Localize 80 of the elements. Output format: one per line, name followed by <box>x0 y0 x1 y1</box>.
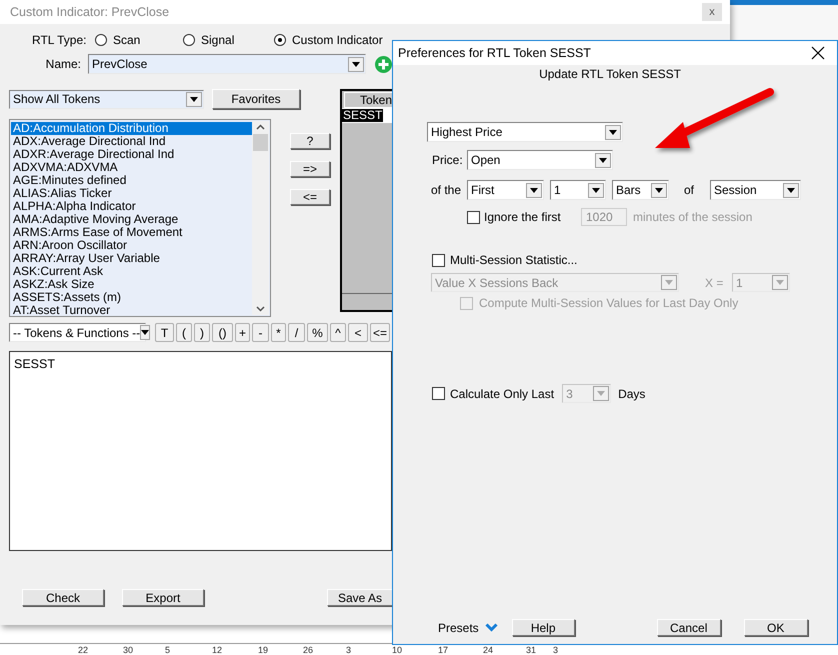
table-cell[interactable]: SESST <box>342 109 384 122</box>
operator-button[interactable]: ( <box>176 323 192 342</box>
axis-label: 24 <box>483 645 494 655</box>
price-combo[interactable]: Open <box>467 150 613 170</box>
checkbox-label: Multi-Session Statistic... <box>449 253 578 267</box>
axis-label: 19 <box>258 645 268 655</box>
axis-label: 10 <box>392 645 402 655</box>
dialog-button[interactable]: Cancel <box>656 619 721 636</box>
favorites-button[interactable]: Favorites <box>212 89 300 109</box>
operator-button[interactable]: <= <box>370 323 390 342</box>
checkbox-label: Compute Multi-Session Values for Last Day Only <box>478 296 738 310</box>
operator-button[interactable]: ^ <box>330 323 346 342</box>
count-combo[interactable]: 1 <box>550 180 606 200</box>
axis-label: 17 <box>438 645 448 655</box>
axis-label: 31 <box>526 645 536 655</box>
move-button[interactable]: <= <box>290 189 330 205</box>
unit-combo[interactable]: Bars <box>612 180 669 200</box>
axis-label: 26 <box>303 645 314 655</box>
axis-label: 12 <box>212 645 222 655</box>
dialog-button[interactable]: OK <box>744 619 808 636</box>
list-item[interactable]: ARN:Aroon Oscillator <box>11 239 252 252</box>
operator-button[interactable]: - <box>252 323 269 342</box>
dialog-title: Preferences for RTL Token SESST <box>398 46 591 60</box>
close-button[interactable]: x <box>702 3 722 21</box>
field-label: RTL Type: <box>32 33 88 47</box>
position-combo[interactable]: First <box>467 180 544 200</box>
axis-label: 3 <box>346 645 352 655</box>
list-item[interactable]: ADX:Average Directional Ind <box>11 135 252 148</box>
move-button[interactable]: => <box>290 161 330 177</box>
list-item[interactable]: AGE:Minutes defined <box>11 174 252 187</box>
axis-label: 3 <box>553 645 558 655</box>
operator-button[interactable]: < <box>348 323 368 342</box>
period-combo[interactable]: Session <box>710 180 801 200</box>
list-item[interactable]: ADXVMA:ADXVMA <box>11 161 252 174</box>
dialog-subtitle: Update RTL Token SESST <box>539 67 681 81</box>
dialog-button[interactable]: Help <box>512 619 575 636</box>
filter-combo[interactable]: Show All Tokens <box>9 90 204 108</box>
presets-link[interactable]: Presets <box>438 620 479 634</box>
formula-editor[interactable]: SESST <box>9 351 392 551</box>
action-button[interactable]: Export <box>122 589 204 606</box>
field-label: X = <box>705 276 724 290</box>
field-label: Days <box>618 386 646 400</box>
field-label: of <box>683 183 696 197</box>
list-item[interactable]: ARMS:Arms Ease of Movement <box>11 226 252 239</box>
operator-button[interactable]: + <box>235 323 250 342</box>
radio-label: Signal <box>201 33 234 47</box>
axis-label: 5 <box>165 645 170 655</box>
column-header: Token <box>344 92 392 108</box>
field-label: of the <box>431 183 462 197</box>
radio-label: Scan <box>113 33 140 47</box>
list-item[interactable]: ALPHA:Alpha Indicator <box>11 200 252 213</box>
statistic-combo[interactable]: Highest Price <box>427 122 623 142</box>
checkbox-label: Ignore the first <box>483 210 562 224</box>
operator-button[interactable]: () <box>212 323 233 342</box>
axis-label: 30 <box>123 645 134 655</box>
radio-label: Custom Indicator <box>292 33 383 47</box>
operator-button[interactable]: / <box>288 323 305 342</box>
name-combo[interactable]: PrevClose <box>88 54 366 74</box>
list-item[interactable]: AD:Accumulation Distribution <box>11 122 252 135</box>
move-button[interactable]: ? <box>290 133 330 149</box>
checkbox-label: Calculate Only Last <box>449 386 554 400</box>
list-item[interactable]: AMA:Adaptive Moving Average <box>11 213 252 226</box>
list-item[interactable]: ALIAS:Alias Ticker <box>11 187 252 200</box>
list-item[interactable]: ASSETS:Assets (m) <box>11 291 252 304</box>
list-item[interactable]: ARRAY:Array User Variable <box>11 252 252 265</box>
field-hint: minutes of the session <box>633 210 752 224</box>
axis-label: 22 <box>78 645 88 655</box>
action-button[interactable]: Save As <box>327 589 393 606</box>
list-item[interactable]: AT:Asset Turnover <box>11 304 252 317</box>
field-label: Name: <box>44 57 81 71</box>
field-label: Price: <box>432 153 464 167</box>
list-item[interactable]: ASKZ:Ask Size <box>11 278 252 291</box>
action-button[interactable]: Check <box>22 589 104 606</box>
operator-button[interactable]: * <box>271 323 286 342</box>
window-title: Custom Indicator: PrevClose <box>10 5 170 19</box>
list-item[interactable]: ADXR:Average Directional Ind <box>11 148 252 161</box>
list-item[interactable]: ASK:Current Ask <box>11 265 252 278</box>
operator-button[interactable]: ) <box>194 323 210 342</box>
operator-button[interactable]: T <box>155 323 174 342</box>
operator-button[interactable]: % <box>307 323 328 342</box>
